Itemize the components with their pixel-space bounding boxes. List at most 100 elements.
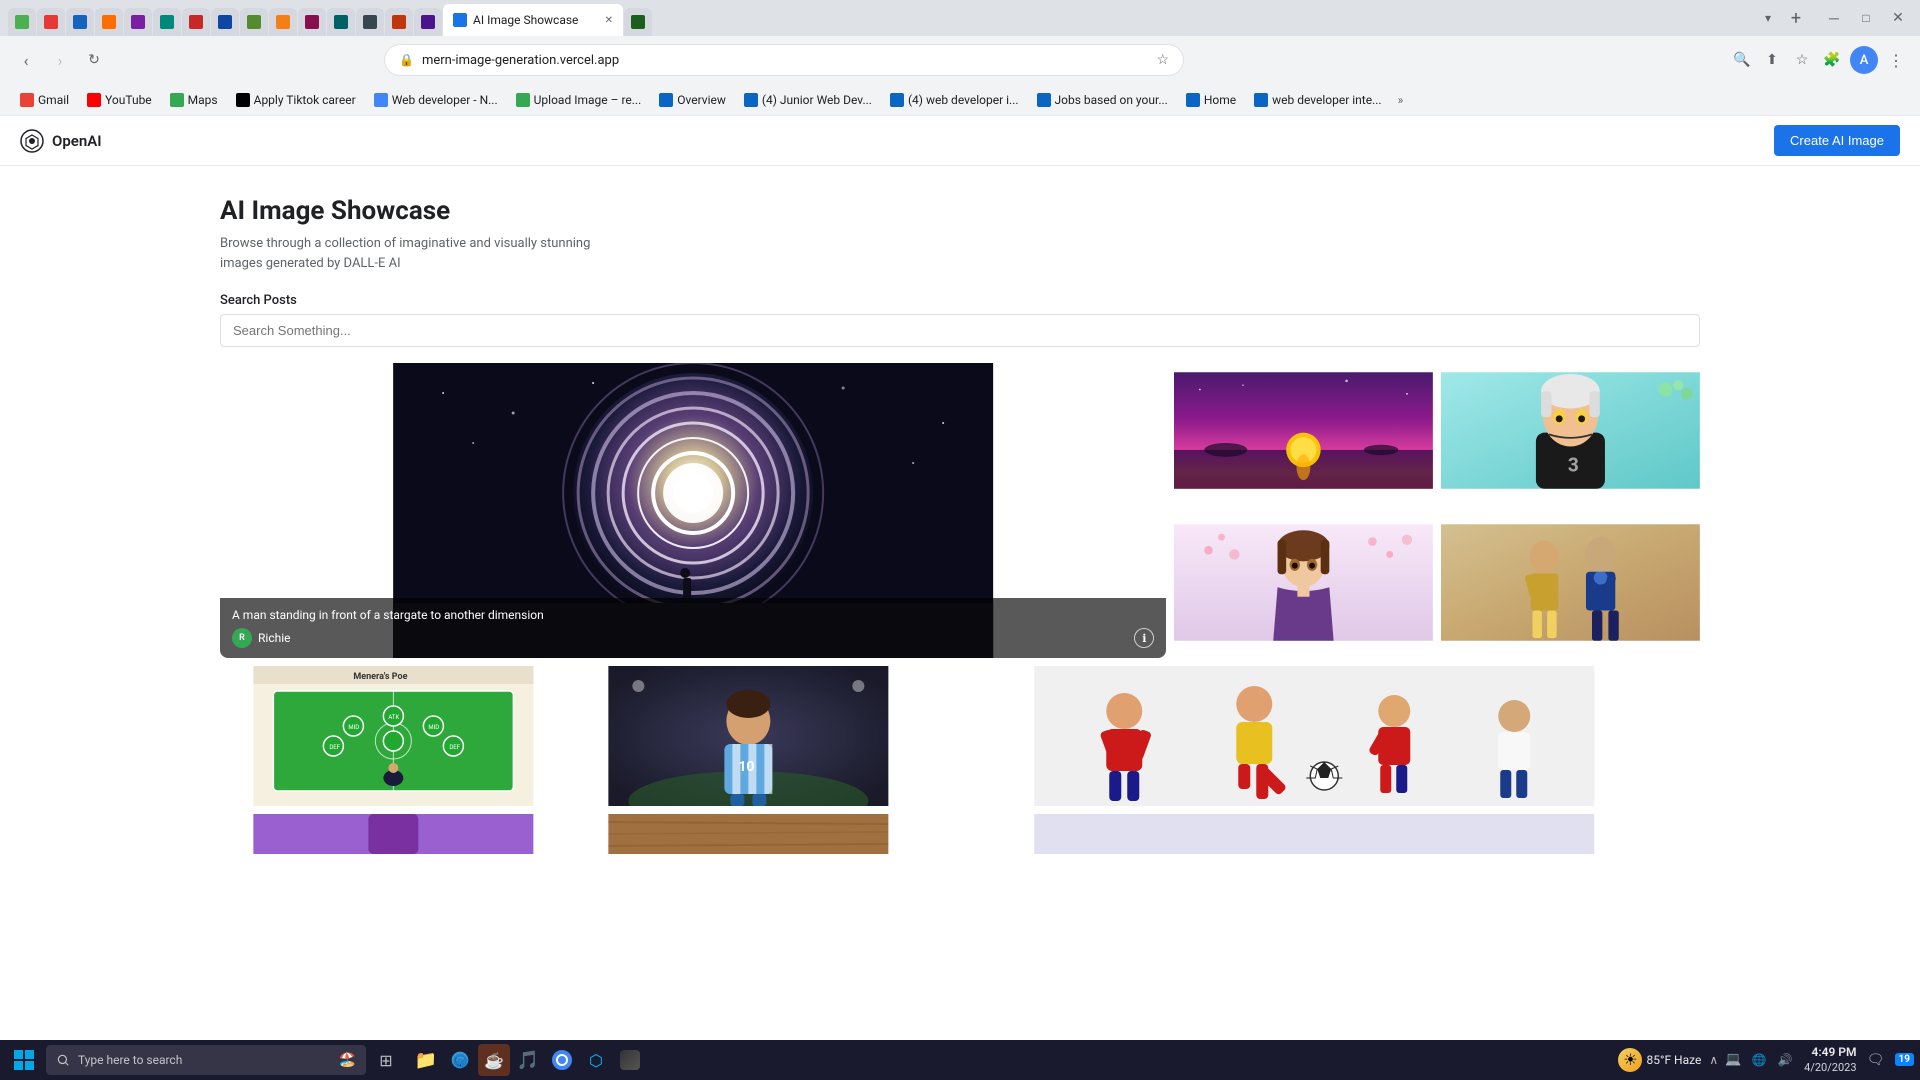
task-view-btn[interactable]: ⊞ — [370, 1044, 402, 1076]
svg-text:MID: MID — [428, 724, 439, 731]
taskbar-app-cursor[interactable] — [614, 1044, 646, 1076]
active-tab[interactable]: AI Image Showcase ✕ — [443, 4, 623, 36]
image-card-messi[interactable]: 10 — [575, 666, 922, 806]
share-icon[interactable]: ⬆ — [1760, 48, 1784, 72]
taskbar-app-java[interactable]: ☕ — [478, 1044, 510, 1076]
page-subtitle-2: images generated by DALL-E AI — [220, 254, 1700, 274]
chrome-icon — [552, 1050, 572, 1070]
image-card-purple-player[interactable] — [220, 814, 567, 854]
taskbar-app-explorer[interactable]: 📁 — [410, 1044, 442, 1076]
tab-item[interactable] — [95, 8, 123, 36]
notification-badge: 19 — [1895, 1053, 1914, 1066]
bookmark-jobs[interactable]: Jobs based on your... — [1029, 88, 1176, 112]
search-input[interactable] — [220, 314, 1700, 347]
taskbar-app-chrome[interactable] — [546, 1044, 578, 1076]
bookmark-webdev[interactable]: Web developer - N... — [366, 88, 506, 112]
tab-item[interactable] — [269, 8, 297, 36]
bookmark-upload[interactable]: Upload Image – re... — [508, 88, 650, 112]
tab-item[interactable] — [8, 8, 36, 36]
profile-btn[interactable]: A — [1850, 46, 1878, 74]
bookmark-tiktok[interactable]: Apply Tiktok career — [228, 88, 364, 112]
upload-favicon — [516, 93, 530, 107]
notification-btn[interactable]: 🗨 — [1865, 1049, 1887, 1071]
image-card-soccer-pair[interactable] — [1441, 515, 1700, 659]
tab-close-btn[interactable]: ✕ — [605, 15, 613, 26]
create-ai-image-btn[interactable]: Create AI Image — [1774, 125, 1900, 156]
taskbar-app-vscode[interactable]: ⬡ — [580, 1044, 612, 1076]
extensions-icon[interactable]: 🧩 — [1820, 48, 1844, 72]
minimize-btn[interactable]: ─ — [1820, 4, 1848, 32]
image-card-anime-boy[interactable]: 3 — [1441, 363, 1700, 507]
clock-time: 4:49 PM — [1804, 1045, 1856, 1061]
volume-icon[interactable]: 🔊 — [1774, 1049, 1796, 1071]
tab-item[interactable] — [124, 8, 152, 36]
bookmark-star-icon[interactable]: ☆ — [1156, 52, 1169, 68]
taskbar-search-icon — [56, 1053, 70, 1067]
search-icon[interactable]: 🔍 — [1730, 48, 1754, 72]
network-icon[interactable]: 🌐 — [1748, 1049, 1770, 1071]
main-content: AI Image Showcase Browse through a colle… — [0, 166, 1920, 884]
bookmark-gmail[interactable]: Gmail — [12, 88, 77, 112]
search-label: Search Posts — [220, 293, 1700, 308]
youtube-favicon — [87, 93, 101, 107]
svg-text:MID: MID — [348, 724, 359, 731]
forward-btn[interactable]: › — [46, 46, 74, 74]
image-card-anime-girl[interactable] — [1174, 515, 1433, 659]
weather-text: 85°F Haze — [1646, 1053, 1701, 1067]
star-icon[interactable]: ☆ — [1790, 48, 1814, 72]
tab-item[interactable] — [327, 8, 355, 36]
bookmarks-bar: Gmail YouTube Maps Apply Tiktok career W… — [0, 84, 1920, 116]
tab-item[interactable] — [385, 8, 413, 36]
svg-text:DEF: DEF — [329, 744, 340, 751]
tab-item[interactable] — [240, 8, 268, 36]
tab-item[interactable] — [356, 8, 384, 36]
taskbar-app-spotify[interactable]: 🎵 — [512, 1044, 544, 1076]
image-grid-row2: Menera's Poe — [220, 666, 1700, 806]
bookmark-youtube[interactable]: YouTube — [79, 88, 160, 112]
close-btn[interactable]: ✕ — [1884, 4, 1912, 32]
linkedin-favicon-2 — [744, 93, 758, 107]
image-card-cartoon-soccer[interactable] — [929, 666, 1700, 806]
monitor-icon[interactable]: 💻 — [1722, 1049, 1744, 1071]
image-description: A man standing in front of a stargate to… — [232, 608, 1154, 622]
linkedin-favicon-5 — [1186, 93, 1200, 107]
image-card-extra[interactable] — [929, 814, 1700, 854]
tab-item[interactable] — [182, 8, 210, 36]
bookmark-web-dev-i[interactable]: (4) web developer i... — [882, 88, 1027, 112]
linkedin-favicon-3 — [890, 93, 904, 107]
bookmark-overview[interactable]: Overview — [651, 88, 734, 112]
tab-item[interactable] — [624, 8, 652, 36]
bookmark-maps[interactable]: Maps — [162, 88, 226, 112]
bookmark-web-inte[interactable]: web developer inte... — [1246, 88, 1389, 112]
weather-display[interactable]: ☀ 85°F Haze — [1618, 1048, 1701, 1072]
tab-item[interactable] — [211, 8, 239, 36]
clock[interactable]: 4:49 PM 4/20/2023 — [1804, 1045, 1856, 1075]
tab-item[interactable] — [66, 8, 94, 36]
tabs-dropdown-btn[interactable]: ▾ — [1756, 6, 1780, 30]
page-content: OpenAI Create AI Image AI Image Showcase… — [0, 116, 1920, 1040]
url-bar[interactable]: 🔒 mern-image-generation.vercel.app ☆ — [384, 44, 1184, 76]
taskbar-search[interactable]: Type here to search 🏖️ — [46, 1045, 366, 1075]
image-card-sunset[interactable] — [1174, 363, 1433, 507]
weather-icon: ☀ — [1618, 1048, 1642, 1072]
maximize-btn[interactable]: □ — [1852, 4, 1880, 32]
taskbar-app-edge[interactable] — [444, 1044, 476, 1076]
new-tab-btn[interactable]: + — [1784, 6, 1808, 30]
image-grid-row1: A man standing in front of a stargate to… — [220, 363, 1700, 658]
tab-item[interactable] — [298, 8, 326, 36]
info-icon[interactable]: ℹ — [1134, 628, 1154, 648]
image-card-tactics[interactable]: Menera's Poe — [220, 666, 567, 806]
bookmark-junior-dev[interactable]: (4) Junior Web Dev... — [736, 88, 880, 112]
back-btn[interactable]: ‹ — [12, 46, 40, 74]
refresh-btn[interactable]: ↻ — [80, 46, 108, 74]
start-button[interactable] — [6, 1042, 42, 1078]
tab-item[interactable] — [153, 8, 181, 36]
tab-item[interactable] — [37, 8, 65, 36]
tab-item[interactable] — [414, 8, 442, 36]
image-card-stargate[interactable]: A man standing in front of a stargate to… — [220, 363, 1166, 658]
image-card-wood[interactable] — [575, 814, 922, 854]
more-bookmarks-btn[interactable]: » — [1392, 88, 1410, 112]
bookmark-home[interactable]: Home — [1178, 88, 1244, 112]
menu-btn[interactable]: ⋮ — [1884, 48, 1908, 72]
chevron-up-icon[interactable]: ∧ — [1709, 1053, 1718, 1067]
